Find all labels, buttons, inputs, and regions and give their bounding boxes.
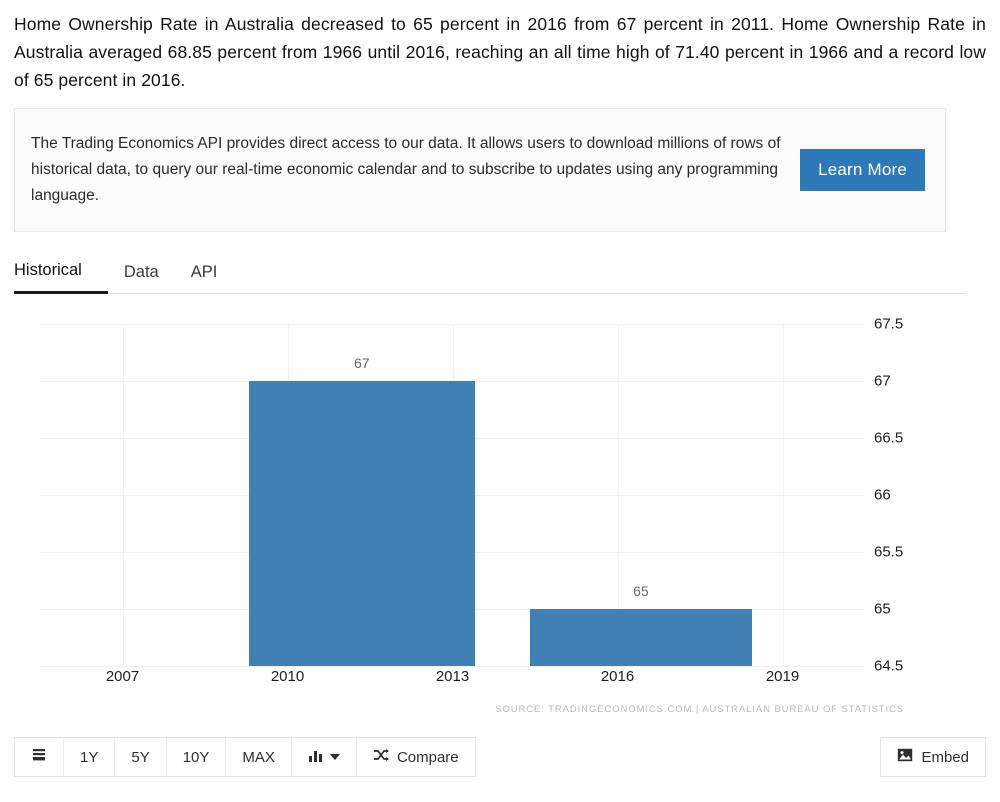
tab-data[interactable]: Data	[108, 263, 175, 293]
learn-more-button[interactable]: Learn More	[800, 149, 925, 191]
tab-bar: Historical Data API	[14, 250, 966, 294]
chart-type-dropdown[interactable]	[291, 738, 357, 776]
y-axis-tick-label: 64.5	[874, 657, 904, 675]
x-gridline	[122, 324, 124, 666]
y-axis-tick-label: 66.5	[874, 429, 904, 447]
embed-label: Embed	[921, 748, 969, 766]
y-axis-tick-label: 67.5	[874, 315, 904, 333]
x-axis-tick-label: 2019	[765, 668, 800, 685]
embed-button[interactable]: Embed	[880, 737, 986, 777]
summary-paragraph: Home Ownership Rate in Australia decreas…	[14, 14, 986, 90]
list-icon	[31, 747, 47, 767]
range-5y-button[interactable]: 5Y	[115, 738, 167, 776]
x-axis-tick-label: 2007	[105, 668, 140, 685]
y-axis-tick-label: 65	[874, 600, 891, 618]
chevron-down-icon	[329, 754, 340, 760]
chart-bar[interactable]	[249, 381, 475, 666]
chart-bar[interactable]	[529, 609, 753, 666]
y-axis-tick-label: 67	[874, 372, 891, 390]
shuffle-icon	[373, 748, 390, 767]
chart-menu-button[interactable]	[15, 738, 64, 776]
y-axis-tick-label: 66	[874, 486, 891, 504]
bar-chart-icon	[308, 748, 323, 766]
x-axis-tick-label: 2016	[600, 668, 635, 685]
x-axis-tick-label: 2013	[435, 668, 470, 685]
compare-label: Compare	[396, 748, 459, 766]
range-1y-button[interactable]: 1Y	[64, 738, 116, 776]
x-gridline	[782, 324, 784, 666]
chart-plot-area[interactable]: 67 65	[40, 324, 865, 667]
compare-button[interactable]: Compare	[356, 738, 475, 776]
tab-historical[interactable]: Historical	[14, 261, 108, 294]
bar-value-label: 65	[633, 583, 649, 599]
y-axis-tick-label: 65.5	[874, 543, 904, 561]
y-gridline	[40, 666, 865, 667]
bar-value-label: 67	[353, 355, 370, 371]
chart-toolbar: 1Y 5Y 10Y MAX Compare	[14, 737, 476, 777]
range-10y-button[interactable]: 10Y	[166, 738, 227, 776]
range-max-button[interactable]: MAX	[226, 738, 292, 776]
image-icon	[897, 748, 913, 766]
x-axis-tick-label: 2010	[270, 668, 305, 685]
chart-source-note: SOURCE: TRADINGECONOMICS.COM | AUSTRALIA…	[495, 704, 904, 715]
api-promo-text: The Trading Economics API provides direc…	[31, 135, 781, 204]
api-promo-panel: The Trading Economics API provides direc…	[14, 108, 946, 232]
tab-api[interactable]: API	[175, 263, 234, 293]
chart-container[interactable]: 67 65 67.5 67 66.5 66 65.5 65 64.5 2007 2010 2013 2…	[0, 300, 1000, 730]
